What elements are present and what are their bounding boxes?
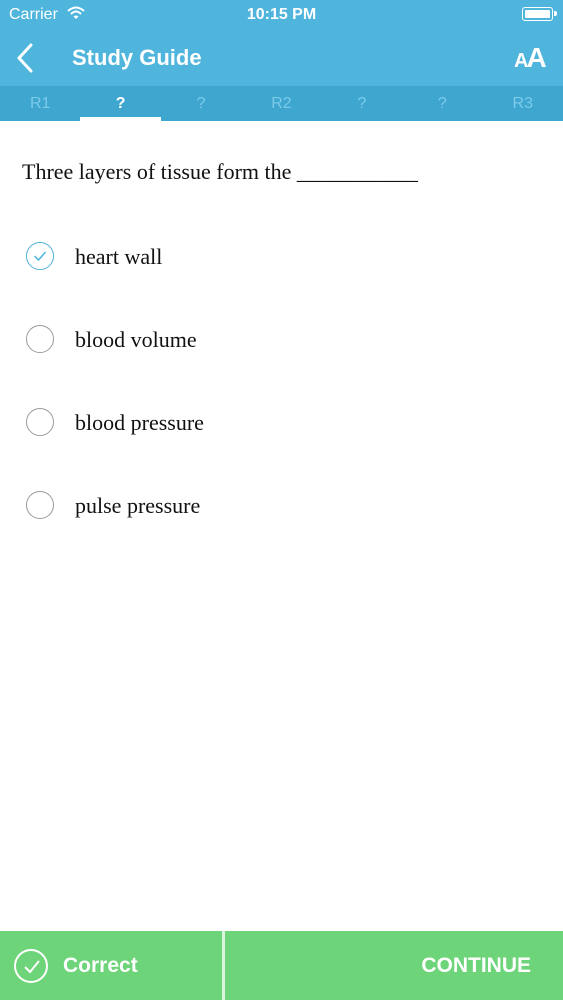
- page-title: Study Guide: [72, 45, 202, 70]
- radio-unchecked-icon[interactable]: [26, 325, 54, 353]
- radio-unchecked-icon[interactable]: [26, 408, 54, 436]
- answer-option[interactable]: blood volume: [0, 297, 563, 380]
- clock: 10:15 PM: [246, 6, 317, 23]
- answer-option[interactable]: blood pressure: [0, 380, 563, 463]
- radio-unchecked-icon[interactable]: [26, 491, 54, 519]
- tab-question-3[interactable]: ?: [161, 86, 241, 121]
- status-bar: Carrier 10:15 PM: [0, 0, 563, 30]
- correct-check-icon: [14, 949, 48, 983]
- correct-indicator: Correct: [0, 931, 222, 1000]
- question-tab-bar: R1 ? ? R2 ? ? R3: [0, 86, 563, 121]
- tab-r3[interactable]: R3: [483, 86, 563, 121]
- answer-label: blood volume: [75, 327, 197, 352]
- radio-checked-icon[interactable]: [26, 242, 54, 270]
- answer-label: heart wall: [75, 244, 163, 269]
- font-size-icon[interactable]: AA: [514, 42, 547, 74]
- back-chevron-icon[interactable]: [14, 42, 38, 74]
- font-size-large-letter: A: [526, 42, 547, 73]
- tab-question-2[interactable]: ?: [80, 86, 162, 121]
- tab-question-5[interactable]: ?: [322, 86, 402, 121]
- question-text: Three layers of tissue form the ________…: [22, 159, 418, 184]
- continue-button[interactable]: CONTINUE: [225, 931, 563, 1000]
- answer-option[interactable]: heart wall: [0, 214, 563, 297]
- answer-label: blood pressure: [75, 410, 204, 435]
- nav-bar: Study Guide AA: [0, 30, 563, 86]
- correct-label: Correct: [63, 954, 138, 977]
- tab-question-6[interactable]: ?: [402, 86, 482, 121]
- tab-r1[interactable]: R1: [0, 86, 80, 121]
- result-footer: Correct CONTINUE: [0, 931, 563, 1000]
- answer-option[interactable]: pulse pressure: [0, 463, 563, 546]
- battery-icon: [522, 7, 557, 21]
- tab-r2[interactable]: R2: [241, 86, 321, 121]
- answer-label: pulse pressure: [75, 493, 201, 518]
- continue-label: CONTINUE: [421, 954, 531, 977]
- answer-list: heart wall blood volume blood pressure p…: [0, 214, 563, 546]
